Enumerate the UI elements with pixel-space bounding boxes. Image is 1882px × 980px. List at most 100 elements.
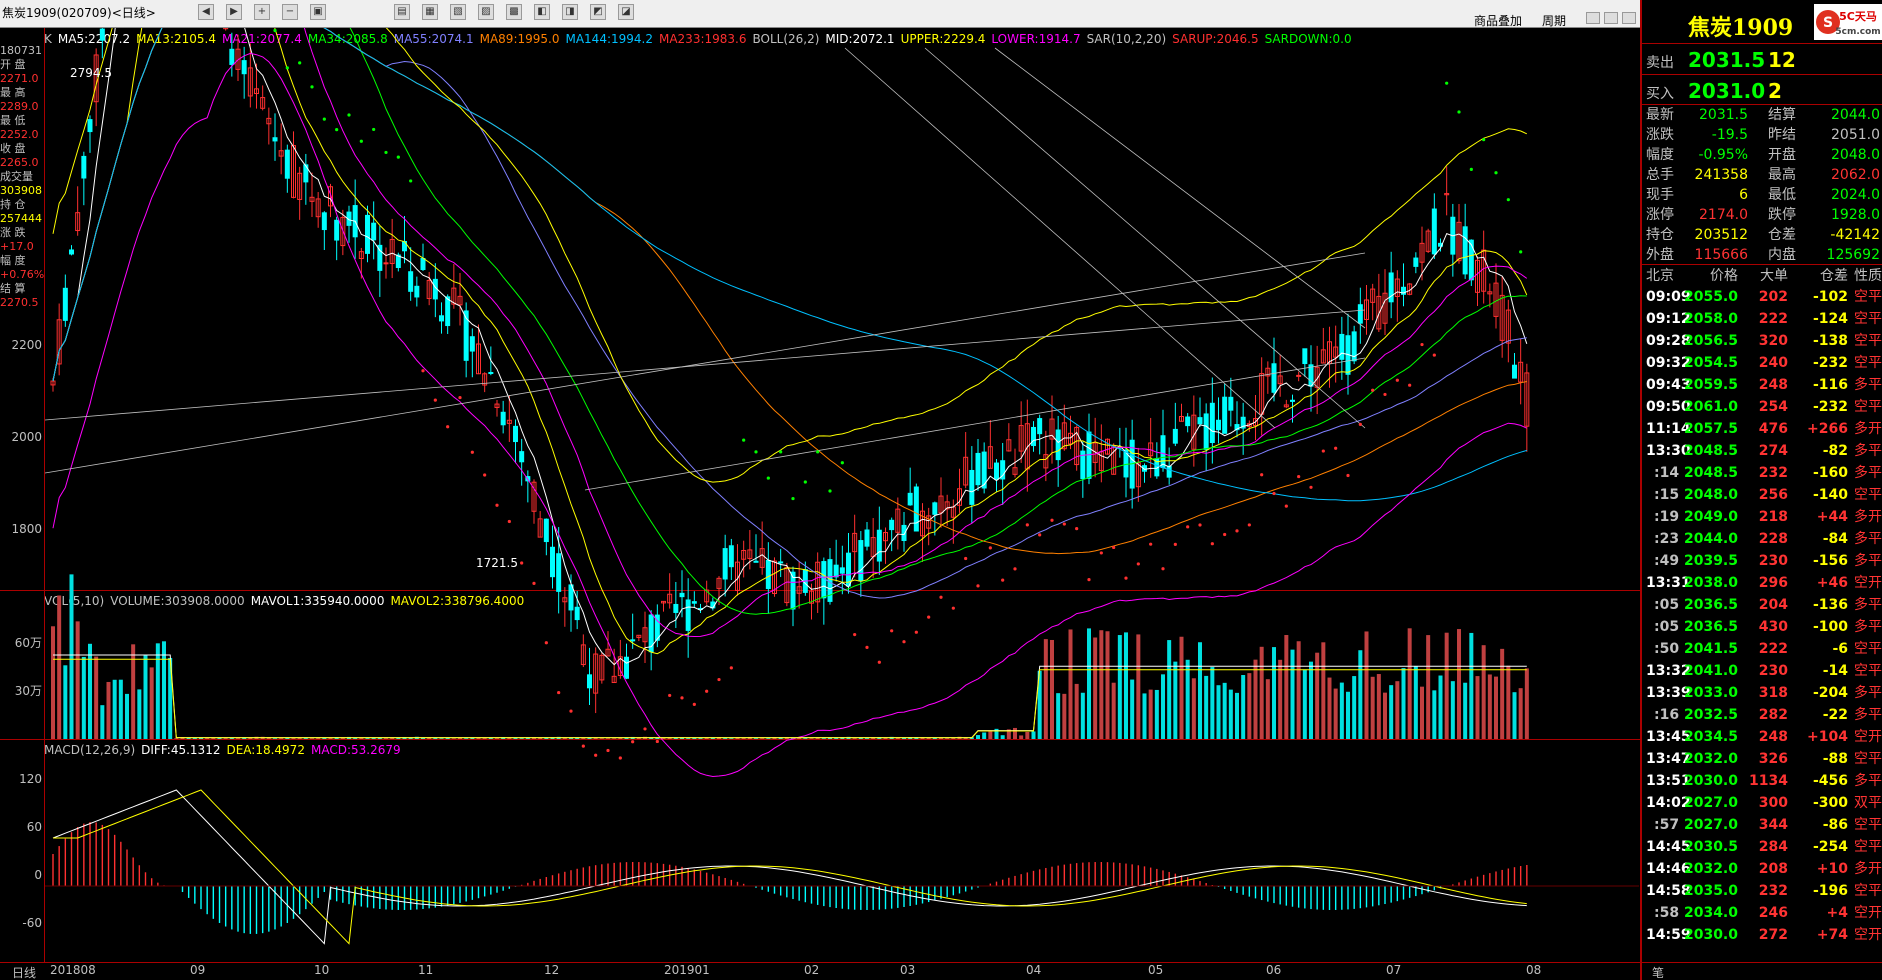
trade-row[interactable]: :23 2044.0 228 -84 多平 (1642, 528, 1882, 550)
trade-row[interactable]: :50 2041.5 222 -6 空平 (1642, 638, 1882, 660)
info-line: 257444 (0, 212, 42, 225)
sar-dot (816, 450, 820, 454)
tool-button-14[interactable]: ◪ (618, 4, 634, 20)
volume-bar (569, 738, 573, 739)
candle-body (858, 540, 864, 582)
trade-type: 多平 (1854, 773, 1882, 789)
trade-row[interactable]: 14:45 2030.5 284 -254 空平 (1642, 836, 1882, 858)
kline-chart[interactable] (45, 28, 1639, 962)
trade-row[interactable]: :05 2036.5 204 -136 多平 (1642, 594, 1882, 616)
trade-row[interactable]: 14:59 2030.0 272 +74 空开 (1642, 924, 1882, 946)
trade-oi-change: -88 (1822, 751, 1848, 767)
trade-price: 2034.5 (1683, 729, 1738, 745)
trade-row[interactable]: :57 2027.0 344 -86 空平 (1642, 814, 1882, 836)
trade-type: 多平 (1854, 707, 1882, 723)
quote-value: 2062.0 (1831, 167, 1880, 183)
trade-row[interactable]: 14:02 2027.0 300 -300 双平 (1642, 792, 1882, 814)
trade-oi-change: +4 (1826, 905, 1848, 921)
tool-button-4[interactable]: − (282, 4, 298, 20)
ask-label: 卖出 (1646, 55, 1674, 71)
sar-dot (1149, 542, 1153, 546)
app-window: 焦炭1909(020709)<日线> ◀ ▶ + − ▣ ▤ ▦ ▧ ▨ ▩ ◧… (0, 0, 1882, 980)
tool-button-7[interactable]: ▦ (422, 4, 438, 20)
tool-button-6[interactable]: ▤ (394, 4, 410, 20)
period-link[interactable]: 周期 (1542, 12, 1566, 29)
trade-row[interactable]: :14 2048.5 232 -160 多平 (1642, 462, 1882, 484)
volume-bar (1500, 648, 1505, 739)
sar-dot (1087, 577, 1091, 582)
volume-bar (865, 738, 869, 739)
trade-type: 多平 (1854, 465, 1882, 481)
trade-row[interactable]: 09:32 2054.5 240 -232 空平 (1642, 352, 1882, 374)
overlay-link[interactable]: 商品叠加 (1474, 12, 1522, 29)
tool-button-13[interactable]: ◩ (590, 4, 606, 20)
trade-size: 208 (1758, 861, 1788, 877)
trade-row[interactable]: 14:58 2035.0 232 -196 空平 (1642, 880, 1882, 902)
tool-button-11[interactable]: ◧ (534, 4, 550, 20)
ask-row: 卖出 2031.5 12 (1642, 44, 1882, 76)
trade-row[interactable]: 09:09 2055.0 202 -102 空平 (1642, 286, 1882, 308)
volume-bar (279, 738, 284, 739)
trade-row[interactable]: 09:43 2059.5 248 -116 多平 (1642, 374, 1882, 396)
info-line: 2265.0 (0, 156, 39, 169)
trade-row[interactable]: 13:45 2034.5 248 +104 空开 (1642, 726, 1882, 748)
tool-button-3[interactable]: + (254, 4, 270, 20)
trade-time: :05 (1654, 597, 1680, 613)
sar-dot (1260, 473, 1264, 477)
candle-body (778, 561, 784, 564)
trade-row[interactable]: 13:32 2041.0 230 -14 空平 (1642, 660, 1882, 682)
trade-row[interactable]: 13:31 2038.0 296 +46 空开 (1642, 572, 1882, 594)
trade-row[interactable]: 11:14 2057.5 476 +266 多开 (1642, 418, 1882, 440)
tool-button-12[interactable]: ◨ (562, 4, 578, 20)
candle-body (556, 553, 562, 592)
candle-body (1296, 374, 1302, 377)
tool-button-8[interactable]: ▧ (450, 4, 466, 20)
trade-row[interactable]: 09:50 2061.0 254 -232 空平 (1642, 396, 1882, 418)
tool-button-10[interactable]: ▩ (506, 4, 522, 20)
trade-row[interactable]: :15 2048.0 256 -140 空平 (1642, 484, 1882, 506)
candle-body (1160, 435, 1166, 469)
volume-bar (1370, 676, 1375, 739)
trade-row[interactable]: :16 2032.5 282 -22 多平 (1642, 704, 1882, 726)
info-line: 涨 跌 (0, 226, 26, 239)
volume-bar (310, 738, 314, 739)
trade-row[interactable]: :05 2036.5 430 -100 多平 (1642, 616, 1882, 638)
sar-dot (1408, 383, 1412, 387)
trade-row[interactable]: 14:46 2032.0 208 +10 多开 (1642, 858, 1882, 880)
quote-header: 焦炭1909 S 5C天马 5cm.com (1642, 0, 1882, 44)
trade-row[interactable]: :58 2034.0 246 +4 空开 (1642, 902, 1882, 924)
volume-bar (1179, 636, 1184, 739)
tool-button-2[interactable]: ▶ (226, 4, 242, 20)
quote-label: 总手 (1646, 167, 1674, 183)
sar-dot (877, 660, 881, 664)
trade-row[interactable]: 13:30 2048.5 274 -82 多平 (1642, 440, 1882, 462)
info-line: 成交量 (0, 170, 33, 183)
trade-row[interactable]: 13:39 2033.0 318 -204 多平 (1642, 682, 1882, 704)
tool-button-1[interactable]: ◀ (198, 4, 214, 20)
trade-row[interactable]: 09:28 2056.5 320 -138 空平 (1642, 330, 1882, 352)
volume-bar (1518, 688, 1523, 739)
layout-button-2[interactable] (1604, 12, 1618, 24)
candle-body (488, 371, 494, 374)
sar-dot (409, 179, 413, 183)
tool-button-5[interactable]: ▣ (310, 4, 326, 20)
info-line: 结 算 (0, 282, 26, 295)
volume-bar (1376, 674, 1381, 739)
trade-row[interactable]: 13:47 2032.0 326 -88 空平 (1642, 748, 1882, 770)
trade-row[interactable]: :49 2039.5 230 -156 多平 (1642, 550, 1882, 572)
layout-button-1[interactable] (1586, 12, 1600, 24)
trade-list[interactable]: 北京 价格 大单 仓差 性质 09:09 2055.0 202 -102 空平 09:12 2058… (1642, 264, 1882, 946)
trade-row[interactable]: 13:51 2030.0 1134 -456 多平 (1642, 770, 1882, 792)
tool-button-9[interactable]: ▨ (478, 4, 494, 20)
trade-row[interactable]: :19 2049.0 218 +44 多开 (1642, 506, 1882, 528)
trade-row[interactable]: 09:12 2058.0 222 -124 空平 (1642, 308, 1882, 330)
trade-size: 248 (1758, 729, 1788, 745)
volume-bar (88, 643, 92, 739)
candle-body (321, 212, 327, 231)
date-label: 07 (1386, 963, 1402, 977)
volume-bar (1142, 693, 1147, 739)
sar-dot (754, 450, 758, 454)
layout-button-3[interactable] (1622, 12, 1636, 24)
sar-dot (988, 546, 992, 550)
volume-bar (1105, 631, 1110, 739)
